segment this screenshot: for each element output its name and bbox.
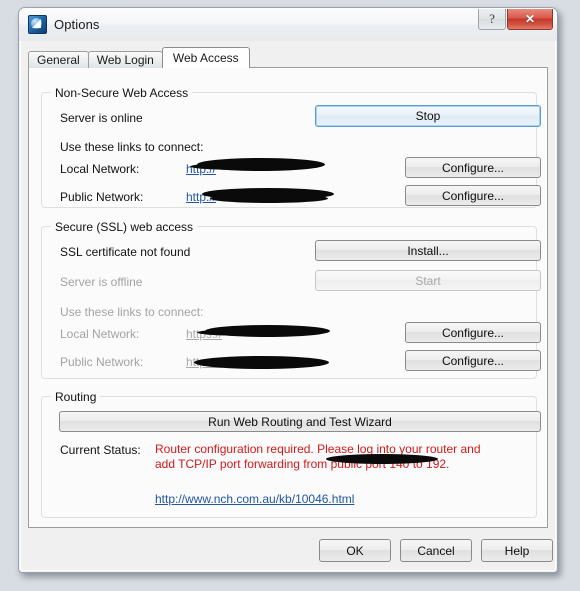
non-secure-public-label: Public Network: xyxy=(60,190,144,204)
group-title-ssl: Secure (SSL) web access xyxy=(51,220,198,234)
non-secure-server-status: Server is online xyxy=(60,111,143,125)
ssl-local-configure-button[interactable]: Configure... xyxy=(405,322,541,343)
redaction-mark xyxy=(197,158,325,171)
redaction-mark xyxy=(202,188,334,200)
tab-content-panel: Non-Secure Web Access Server is online S… xyxy=(28,67,548,528)
help-icon-button[interactable]: ? xyxy=(478,9,506,30)
app-logo-icon xyxy=(28,15,47,34)
stop-server-button[interactable]: Stop xyxy=(315,105,541,127)
tab-web-login[interactable]: Web Login xyxy=(87,51,163,68)
non-secure-public-configure-button[interactable]: Configure... xyxy=(405,185,541,206)
non-secure-public-url-link[interactable]: http:// xyxy=(186,190,216,204)
non-secure-local-url-link[interactable]: http:// xyxy=(186,162,216,176)
redaction-mark xyxy=(205,325,330,337)
non-secure-local-configure-button[interactable]: Configure... xyxy=(405,157,541,178)
ok-button[interactable]: OK xyxy=(319,539,391,562)
group-title-routing: Routing xyxy=(51,390,101,404)
ssl-public-label: Public Network: xyxy=(60,355,144,369)
group-non-secure-web-access: Non-Secure Web Access Server is online S… xyxy=(41,86,541,208)
options-dialog-window: Options ? ✕ General Web Login Web Access… xyxy=(18,7,558,573)
kb-article-link[interactable]: http://www.nch.com.au/kb/10046.html xyxy=(155,492,354,506)
close-icon-button[interactable]: ✕ xyxy=(507,9,553,30)
non-secure-links-hint: Use these links to connect: xyxy=(60,140,204,154)
current-status-text: Router configuration required. Please lo… xyxy=(155,442,481,471)
redaction-mark xyxy=(210,194,328,203)
install-certificate-button[interactable]: Install... xyxy=(315,240,541,261)
start-ssl-server-button[interactable]: Start xyxy=(315,270,541,291)
tab-web-access[interactable]: Web Access xyxy=(161,47,250,68)
group-title-non-secure: Non-Secure Web Access xyxy=(51,86,193,100)
help-button[interactable]: Help xyxy=(481,539,553,562)
tab-strip: General Web Login Web Access xyxy=(28,47,548,68)
group-routing: Routing Run Web Routing and Test Wizard … xyxy=(41,390,541,518)
ssl-public-configure-button[interactable]: Configure... xyxy=(405,350,541,371)
cancel-button[interactable]: Cancel xyxy=(400,539,472,562)
title-bar: Options ? ✕ xyxy=(19,8,557,41)
run-web-routing-wizard-button[interactable]: Run Web Routing and Test Wizard xyxy=(59,411,541,432)
ssl-links-hint: Use these links to connect: xyxy=(60,305,204,319)
ssl-public-url-link[interactable]: https:// xyxy=(186,355,222,369)
group-secure-ssl-web-access: Secure (SSL) web access SSL certificate … xyxy=(41,220,541,379)
ssl-certificate-status: SSL certificate not found xyxy=(60,245,191,259)
ssl-local-url-link[interactable]: https:// xyxy=(186,327,222,341)
current-status-label: Current Status: xyxy=(60,443,141,457)
non-secure-local-label: Local Network: xyxy=(60,162,140,176)
ssl-server-status: Server is offline xyxy=(60,275,143,289)
ssl-local-label: Local Network: xyxy=(60,327,140,341)
titlebar-button-group: ? ✕ xyxy=(478,9,553,30)
tab-general[interactable]: General xyxy=(28,51,89,68)
window-title: Options xyxy=(54,17,100,32)
